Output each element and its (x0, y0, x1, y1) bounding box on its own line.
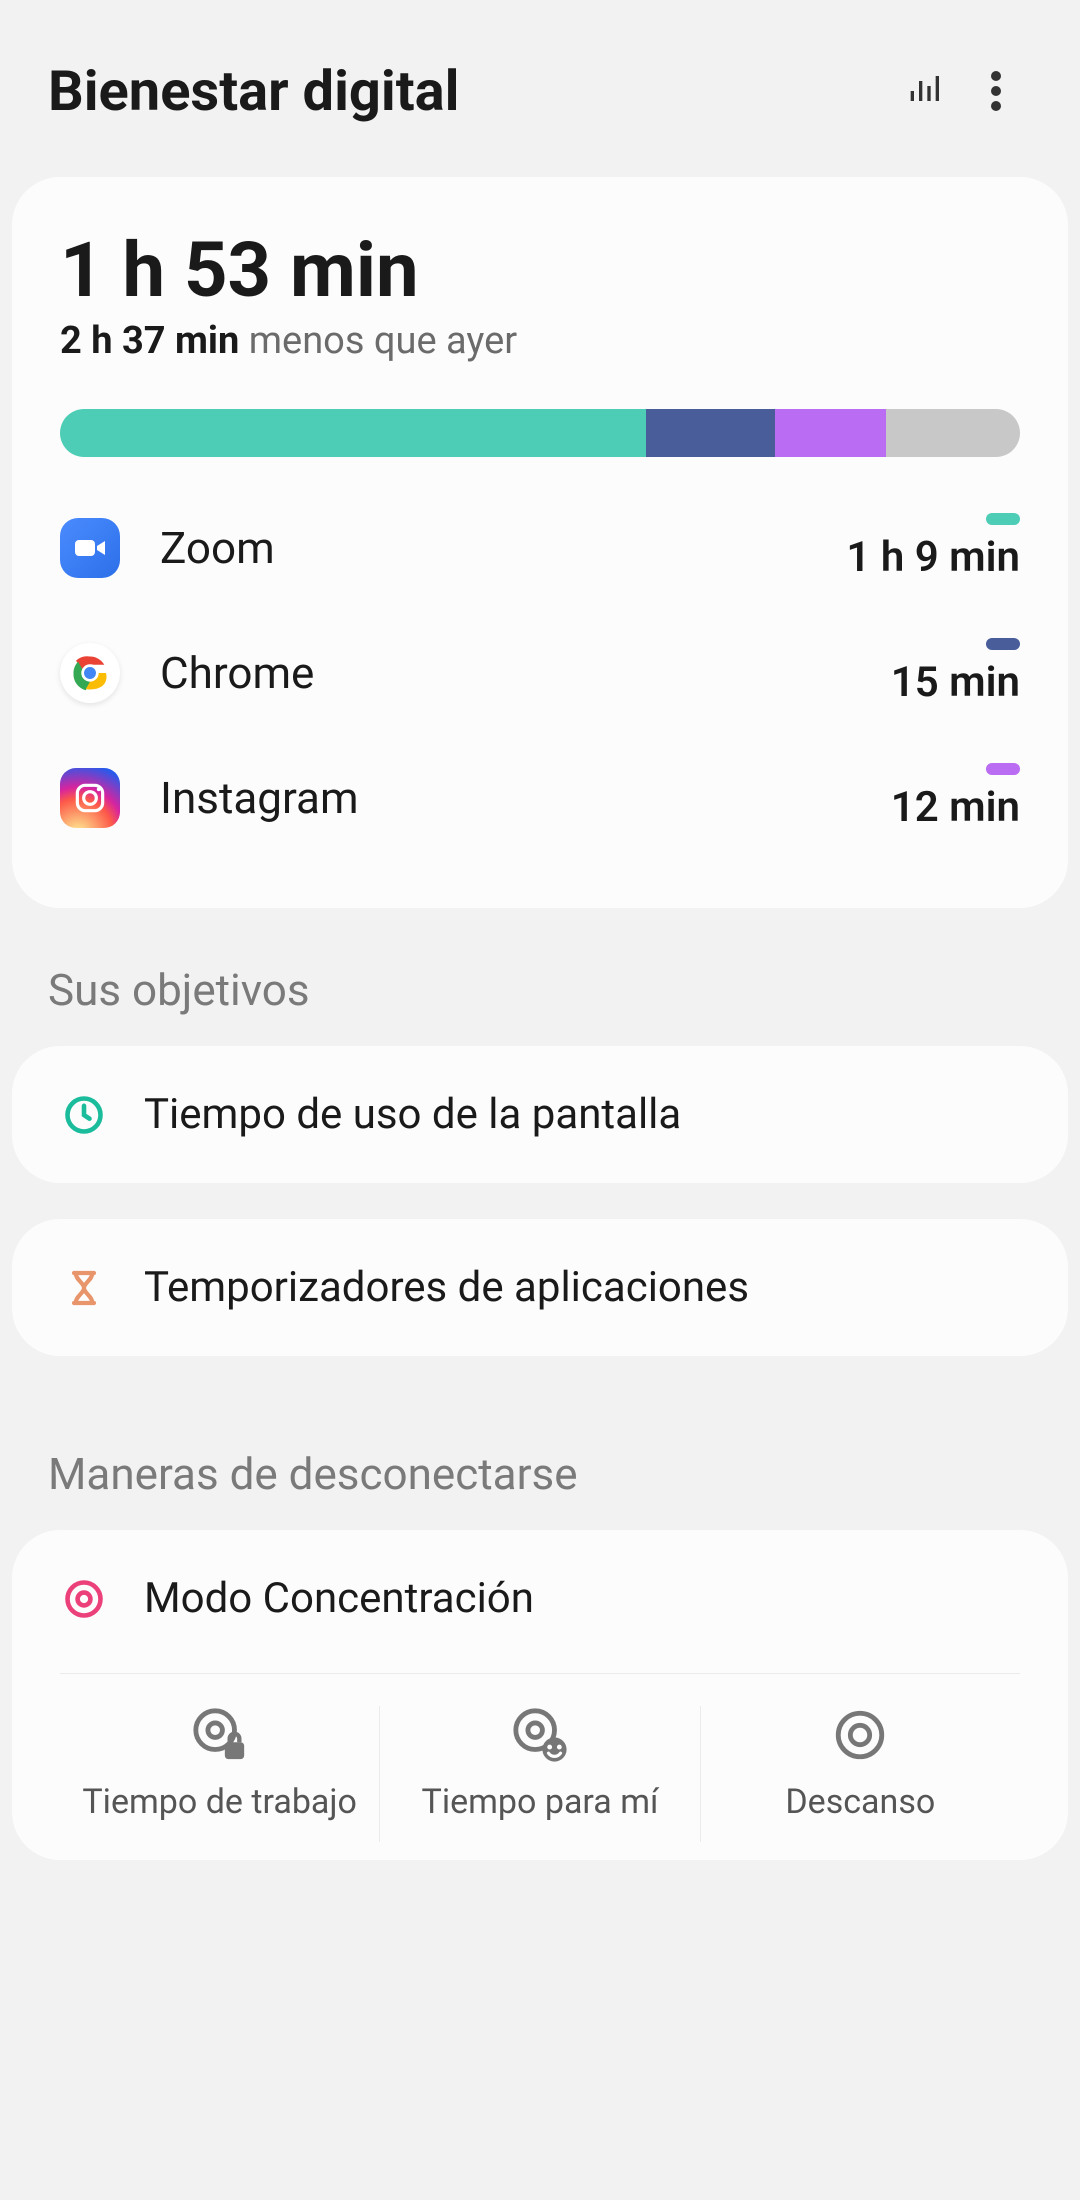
app-time: 12 min (891, 783, 1020, 832)
bar-segment (886, 409, 1020, 457)
app-name: Zoom (160, 522, 806, 574)
disconnect-section-title: Maneras de desconectarse (0, 1392, 1080, 1530)
rest-focus-icon (831, 1706, 889, 1764)
focus-mode-header[interactable]: Modo Concentración (60, 1574, 1020, 1637)
goal-label: Temporizadores de aplicaciones (144, 1263, 749, 1312)
focus-tabs: Tiempo de trabajo Tiempo para mí Descans… (60, 1673, 1020, 1842)
goal-label: Tiempo de uso de la pantalla (144, 1090, 681, 1139)
hourglass-icon (60, 1264, 108, 1312)
focus-tab-work[interactable]: Tiempo de trabajo (60, 1706, 380, 1842)
total-screen-time: 1 h 53 min (60, 225, 1020, 315)
comparison-rest: menos que ayer (239, 319, 517, 363)
focus-tab-rest[interactable]: Descanso (701, 1706, 1020, 1842)
app-time: 1 h 9 min (846, 533, 1020, 582)
app-header: Bienestar digital (0, 0, 1080, 177)
comparison-text: 2 h 37 min menos que ayer (60, 319, 1020, 363)
focus-mode-card: Modo Concentración Tiempo de trabajo Tie… (12, 1530, 1068, 1860)
clock-icon (60, 1091, 108, 1139)
app-name: Chrome (160, 647, 851, 699)
goal-screen-time[interactable]: Tiempo de uso de la pantalla (12, 1046, 1068, 1183)
app-color-pill (986, 638, 1020, 650)
app-color-pill (986, 513, 1020, 525)
app-color-pill (986, 763, 1020, 775)
more-icon[interactable] (960, 55, 1032, 127)
bar-segment (646, 409, 776, 457)
focus-mode-label: Modo Concentración (144, 1574, 534, 1623)
zoom-icon (60, 518, 120, 578)
stats-icon[interactable] (888, 55, 960, 127)
app-row-zoom[interactable]: Zoom 1 h 9 min (60, 485, 1020, 610)
page-title: Bienestar digital (48, 58, 888, 124)
focus-tab-label: Tiempo de trabajo (82, 1782, 357, 1822)
goal-app-timers[interactable]: Temporizadores de aplicaciones (12, 1219, 1068, 1356)
bar-segment (60, 409, 646, 457)
me-focus-icon (511, 1706, 569, 1764)
goals-section-title: Sus objetivos (0, 908, 1080, 1046)
focus-tab-label: Tiempo para mí (422, 1782, 659, 1822)
usage-bar (60, 409, 1020, 457)
chrome-icon (60, 643, 120, 703)
focus-tab-me[interactable]: Tiempo para mí (380, 1706, 700, 1842)
app-row-instagram[interactable]: Instagram 12 min (60, 735, 1020, 860)
usage-card[interactable]: 1 h 53 min 2 h 37 min menos que ayer Zoo… (12, 177, 1068, 908)
focus-tab-label: Descanso (785, 1782, 935, 1822)
app-time: 15 min (891, 658, 1020, 707)
app-row-chrome[interactable]: Chrome 15 min (60, 610, 1020, 735)
bar-segment (775, 409, 885, 457)
app-name: Instagram (160, 772, 851, 824)
work-focus-icon (191, 1706, 249, 1764)
target-icon (60, 1575, 108, 1623)
comparison-value: 2 h 37 min (60, 319, 239, 363)
instagram-icon (60, 768, 120, 828)
